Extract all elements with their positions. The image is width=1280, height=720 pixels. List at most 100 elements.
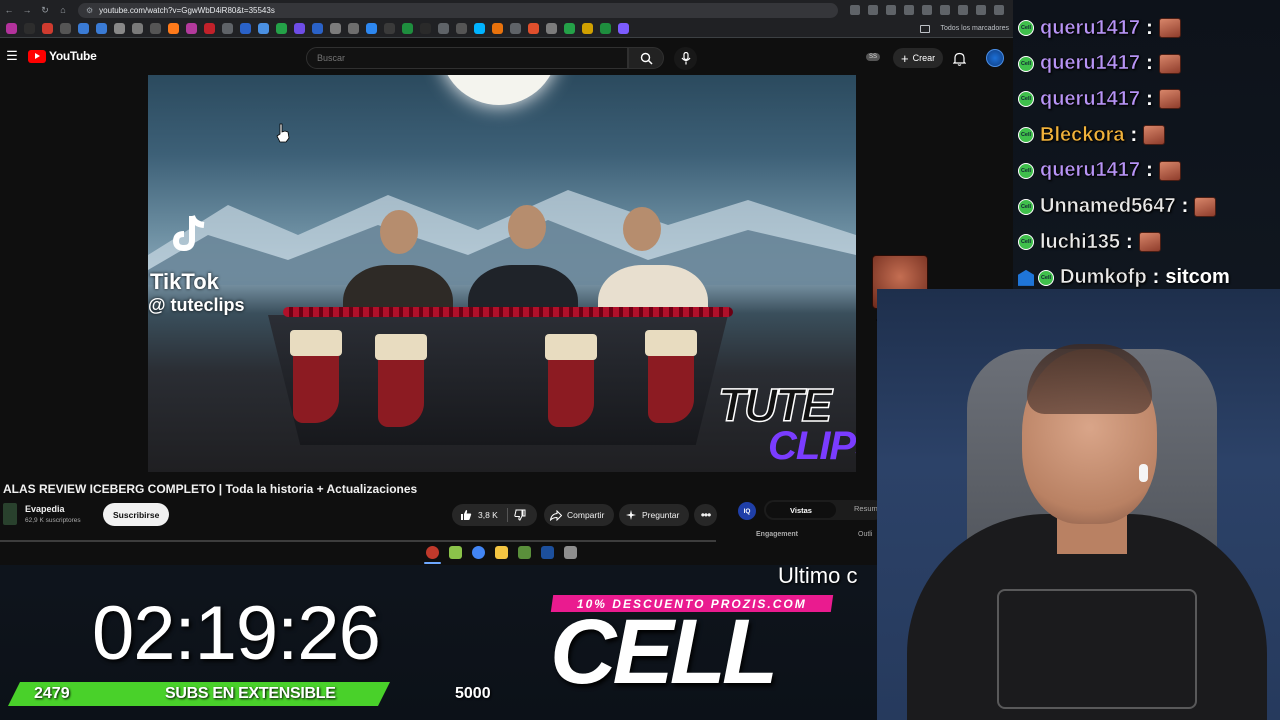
bookmark-icon[interactable] bbox=[150, 23, 161, 34]
home-icon[interactable]: ⌂ bbox=[54, 5, 72, 15]
bookmark-icon[interactable] bbox=[222, 23, 233, 34]
taskbar-app-icon[interactable] bbox=[472, 545, 485, 559]
bookmark-icon[interactable] bbox=[6, 23, 17, 34]
bookmark-icon[interactable] bbox=[294, 23, 305, 34]
hamburger-menu-icon[interactable]: ☰ bbox=[4, 48, 20, 64]
cast-icon[interactable] bbox=[868, 5, 878, 15]
search-icon bbox=[640, 52, 653, 65]
bookmark-icon[interactable] bbox=[168, 23, 179, 34]
bookmark-icon[interactable] bbox=[204, 23, 215, 34]
bookmark-icon[interactable] bbox=[366, 23, 377, 34]
notifications-bell-icon[interactable] bbox=[953, 52, 966, 66]
sub-badge-icon: Cell bbox=[1018, 91, 1034, 108]
chat-colon: : bbox=[1146, 159, 1153, 182]
bookmark-icon[interactable] bbox=[402, 23, 413, 34]
channel-avatar[interactable] bbox=[3, 503, 17, 525]
extension-icon[interactable] bbox=[958, 5, 968, 15]
youtube-play-icon bbox=[28, 49, 46, 63]
bookmark-icon[interactable] bbox=[564, 23, 575, 34]
bookmark-icon[interactable] bbox=[492, 23, 503, 34]
bookmark-icon[interactable] bbox=[186, 23, 197, 34]
ask-button[interactable]: Preguntar bbox=[619, 504, 689, 526]
host-right-head bbox=[623, 207, 661, 251]
bookmark-icon[interactable] bbox=[330, 23, 341, 34]
taskbar-app-icon[interactable] bbox=[541, 545, 554, 559]
youtube-logo[interactable]: YouTube bbox=[28, 49, 97, 63]
taskbar-app-icon[interactable] bbox=[424, 545, 441, 564]
tab-views[interactable]: Vistas bbox=[766, 502, 836, 518]
all-bookmarks-link[interactable]: Todos los marcadores bbox=[941, 25, 1013, 32]
menu-icon[interactable] bbox=[994, 5, 1004, 15]
bookmark-icon[interactable] bbox=[420, 23, 431, 34]
video-player[interactable]: TikTok @ tuteclips TUTE CLIPS bbox=[148, 75, 856, 472]
tab-summary[interactable]: Resum bbox=[854, 504, 878, 513]
emote-icon bbox=[1138, 232, 1161, 253]
chat-message: Cell luchi135: bbox=[1018, 228, 1161, 256]
extension-icons bbox=[850, 5, 1004, 15]
bookmark-icon[interactable] bbox=[474, 23, 485, 34]
search-field[interactable] bbox=[306, 47, 628, 69]
bookmark-icon[interactable] bbox=[348, 23, 359, 34]
voice-search-button[interactable] bbox=[674, 47, 697, 70]
puzzle-icon[interactable] bbox=[976, 5, 986, 15]
create-button[interactable]: + Crear bbox=[893, 48, 944, 68]
taskbar-app-icon[interactable] bbox=[518, 545, 531, 559]
star-icon[interactable] bbox=[904, 5, 914, 15]
chat-username: queru1417 bbox=[1040, 52, 1141, 75]
address-bar[interactable]: ⚙ youtube.com/watch?v=GgwWbD4iR80&t=3554… bbox=[78, 2, 838, 18]
extension-icon[interactable] bbox=[940, 5, 950, 15]
create-label: Crear bbox=[912, 53, 936, 63]
sub-badge-icon: Cell bbox=[1018, 20, 1034, 36]
bookmark-icon[interactable] bbox=[312, 23, 323, 34]
bookmark-icon[interactable] bbox=[600, 23, 611, 34]
streamer-webcam bbox=[877, 289, 1280, 720]
bookmark-icon[interactable] bbox=[438, 23, 449, 34]
search-input[interactable] bbox=[317, 53, 627, 63]
emote-icon bbox=[1158, 89, 1181, 110]
microphone-icon bbox=[681, 52, 690, 65]
like-button[interactable]: 3,8 K bbox=[452, 508, 508, 522]
like-count: 3,8 K bbox=[478, 510, 498, 520]
tuteclips-logo: TUTE CLIPS bbox=[717, 378, 856, 472]
search-button[interactable] bbox=[628, 47, 664, 69]
bookmark-icon[interactable] bbox=[96, 23, 107, 34]
youtube-header: ☰ YouTube SS + Crear bbox=[0, 38, 1013, 74]
bookmark-icon[interactable] bbox=[240, 23, 251, 34]
bookmark-icon[interactable] bbox=[618, 23, 629, 34]
bookmark-icon[interactable] bbox=[78, 23, 89, 34]
channel-name[interactable]: Evapedia bbox=[25, 504, 65, 514]
extension-icon[interactable] bbox=[922, 5, 932, 15]
thumbs-down-icon[interactable] bbox=[514, 509, 526, 521]
account-avatar[interactable] bbox=[986, 49, 1004, 67]
more-actions-button[interactable]: ••• bbox=[694, 504, 717, 526]
site-info-icon[interactable]: ⚙ bbox=[86, 6, 93, 15]
bookmark-icon[interactable] bbox=[132, 23, 143, 34]
stats-extension-icon[interactable]: IQ bbox=[738, 502, 756, 520]
share-button[interactable]: Compartir bbox=[544, 504, 614, 526]
bookmark-icon[interactable] bbox=[24, 23, 35, 34]
chat-message: Cell Dumkofp: sitcom bbox=[1018, 264, 1230, 292]
taskbar-app-icon[interactable] bbox=[449, 545, 462, 559]
subscribe-button[interactable]: Suscribirse bbox=[103, 503, 170, 526]
sub-badge-icon: Cell bbox=[1018, 234, 1034, 251]
back-icon[interactable]: ← bbox=[0, 5, 18, 15]
ss-badge[interactable]: SS bbox=[866, 53, 881, 61]
bookmark-icon[interactable] bbox=[456, 23, 467, 34]
forward-icon[interactable]: → bbox=[18, 5, 36, 15]
bookmark-icon[interactable] bbox=[528, 23, 539, 34]
bookmark-icon[interactable] bbox=[384, 23, 395, 34]
share-page-icon[interactable] bbox=[886, 5, 896, 15]
reload-icon[interactable]: ↻ bbox=[36, 5, 54, 16]
bookmark-icon[interactable] bbox=[42, 23, 53, 34]
taskbar-app-icon[interactable] bbox=[564, 545, 577, 559]
bookmark-icon[interactable] bbox=[510, 23, 521, 34]
taskbar-app-icon[interactable] bbox=[495, 545, 508, 559]
bookmark-icon[interactable] bbox=[60, 23, 71, 34]
sub-badge-icon: Cell bbox=[1038, 269, 1054, 286]
bookmark-icon[interactable] bbox=[276, 23, 287, 34]
bookmark-icon[interactable] bbox=[258, 23, 269, 34]
bookmark-icon[interactable] bbox=[114, 23, 125, 34]
bookmark-icon[interactable] bbox=[582, 23, 593, 34]
zoom-icon[interactable] bbox=[850, 5, 860, 15]
bookmark-icon[interactable] bbox=[546, 23, 557, 34]
